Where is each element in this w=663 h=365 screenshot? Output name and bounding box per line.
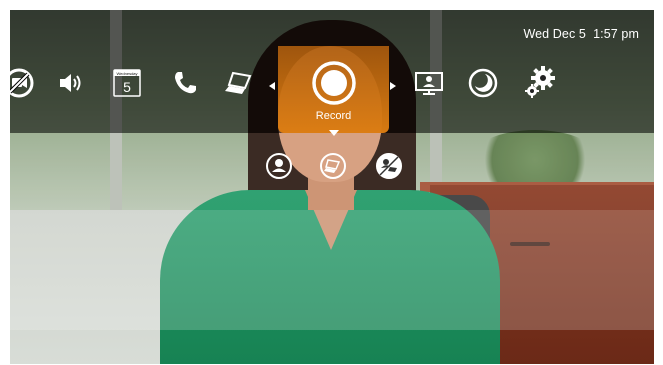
time-text: 1:57 pm	[593, 27, 639, 41]
video-screen: Wed Dec 5 1:57 pm Record Wednesday 5	[10, 10, 654, 364]
main-menu: Wednesday 5	[10, 55, 654, 125]
record-content-icon[interactable]	[318, 151, 348, 181]
calendar-day: 5	[123, 79, 131, 95]
laptop-share-icon[interactable]	[222, 66, 256, 100]
calendar-icon[interactable]: Wednesday 5	[110, 66, 144, 100]
volume-icon[interactable]	[54, 66, 88, 100]
record-person-content-icon[interactable]	[374, 151, 404, 181]
date-text: Wed Dec 5	[523, 27, 586, 41]
calendar-weekday: Wednesday	[116, 71, 137, 76]
record-person-icon[interactable]	[264, 151, 294, 181]
presenter-icon[interactable]	[412, 66, 446, 100]
do-not-disturb-icon[interactable]	[466, 66, 500, 100]
submenu-pointer	[329, 130, 339, 136]
mute-video-icon[interactable]	[10, 66, 36, 100]
record-icon[interactable]	[311, 60, 357, 106]
date-time-display: Wed Dec 5 1:57 pm	[523, 27, 639, 41]
lower-overlay	[10, 210, 654, 330]
phone-icon[interactable]	[168, 66, 202, 100]
settings-gear-icon[interactable]	[522, 64, 558, 100]
